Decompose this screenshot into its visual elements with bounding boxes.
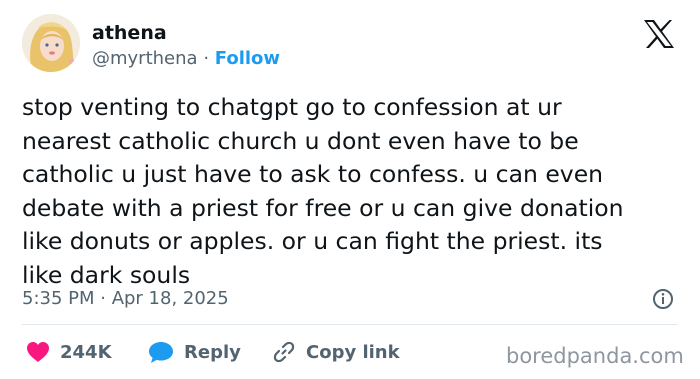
x-logo-icon[interactable]: [642, 18, 676, 50]
author-handle-row: @myrthena · Follow: [92, 47, 280, 71]
info-icon[interactable]: [652, 288, 674, 310]
reply-label: Reply: [184, 341, 241, 363]
timestamp-link[interactable]: 5:35 PM · Apr 18, 2025: [22, 287, 229, 311]
avatar-image: [22, 14, 80, 72]
tweet-line: nearest catholic church u dont even have…: [22, 126, 579, 155]
tweet-line: like donuts or apples. or u can fight th…: [22, 227, 603, 255]
handle-separator: ·: [203, 48, 210, 69]
watermark: boredpanda.com: [506, 344, 684, 368]
avatar[interactable]: [22, 14, 80, 72]
divider: [22, 324, 678, 325]
author-handle[interactable]: @myrthena: [92, 48, 198, 69]
follow-button[interactable]: Follow: [215, 48, 280, 69]
tweet-text: stop venting to chatgpt go to confession…: [22, 91, 687, 292]
reply-button[interactable]: Reply: [148, 336, 241, 368]
link-icon: [273, 341, 295, 363]
tweet-line: stop venting to chatgpt go to confession…: [22, 93, 562, 121]
tweet-line: catholic u just have to ask to confess. …: [22, 160, 604, 188]
author-name[interactable]: athena: [92, 21, 167, 45]
heart-icon: [27, 342, 49, 362]
like-count: 244K: [60, 341, 112, 363]
like-button[interactable]: 244K: [26, 336, 112, 368]
reply-bubble-icon: [149, 342, 173, 363]
copy-link-label: Copy link: [306, 341, 400, 363]
copy-link-button[interactable]: Copy link: [272, 336, 400, 368]
tweet-line: debate with a priest for free or u can g…: [22, 193, 624, 222]
